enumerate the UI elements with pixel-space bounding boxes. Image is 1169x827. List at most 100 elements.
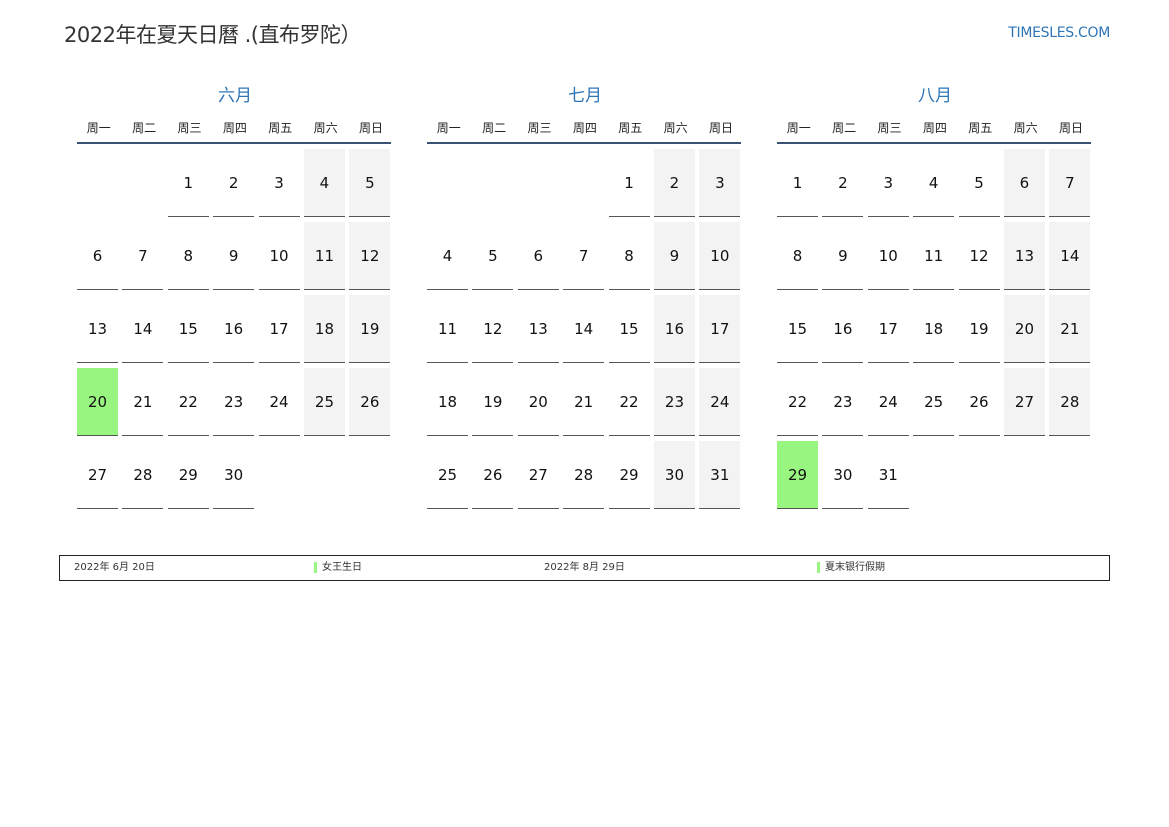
day-grid: 1 2 3 4 5 6 7 8 9 10 11 12 13 14 15 16 17 18 19 20 21 22 23 24 2… [77, 149, 394, 509]
weekday-header: 周一 周二 周三 周四 周五 周六 周日 [76, 116, 394, 138]
day-cell: 18 [303, 295, 345, 363]
day-cell: 20 [517, 368, 559, 436]
day-cell: 25 [303, 368, 345, 436]
day-cell: 22 [167, 368, 209, 436]
day-cell: 7 [1049, 149, 1091, 217]
day-cell: 19 [472, 368, 514, 436]
day-cell: 4 [913, 149, 955, 217]
weekday-header: 周一 周二 周三 周四 周五 周六 周日 [776, 116, 1094, 138]
day-cell: 7 [563, 222, 605, 290]
day-cell: 17 [258, 295, 300, 363]
day-cell: 23 [822, 368, 864, 436]
day-cell: 3 [867, 149, 909, 217]
day-cell: 28 [122, 441, 164, 509]
weekday-label: 周四 [922, 120, 947, 135]
weekday-label: 周六 [663, 120, 688, 135]
month-name: 六月 [218, 86, 252, 106]
day-cell: 6 [77, 222, 118, 290]
day-grid: 1 2 3 4 5 6 7 8 9 10 11 12 13 14 15 16 17 18 19 20 21 22 23 24 2… [427, 149, 744, 509]
day-cell: 14 [563, 295, 605, 363]
holiday-cell: 29 [777, 441, 818, 509]
header-divider [427, 142, 741, 144]
day-cell: 15 [167, 295, 209, 363]
day-cell: 31 [699, 441, 741, 509]
legend-date-2: 2022年 8月 29日 [544, 562, 625, 573]
weekday-label: 周三 [877, 120, 902, 135]
day-cell: 8 [608, 222, 650, 290]
day-cell: 29 [167, 441, 209, 509]
day-cell: 24 [867, 368, 909, 436]
month-2: 七月 周一 周二 周三 周四 周五 周六 周日 1 2 3 4 5 6 7 8 9 10 11 12 13 14 15 16 1… [426, 84, 744, 509]
day-cell: 19 [958, 295, 1000, 363]
empty-cell [518, 149, 559, 217]
day-cell: 26 [472, 441, 514, 509]
day-cell: 4 [303, 149, 345, 217]
day-cell: 28 [1049, 368, 1091, 436]
day-cell: 8 [777, 222, 818, 290]
day-cell: 29 [608, 441, 650, 509]
weekday-label: 周六 [1013, 120, 1038, 135]
empty-cell [563, 149, 604, 217]
site-link[interactable]: TIMESLES.COM [1008, 25, 1110, 41]
weekday-label: 周一 [786, 120, 811, 135]
day-cell: 1 [608, 149, 650, 217]
day-cell: 16 [822, 295, 864, 363]
day-cell: 25 [913, 368, 955, 436]
day-cell: 21 [1049, 295, 1091, 363]
weekday-label: 周二 [132, 120, 157, 135]
weekday-label: 周五 [268, 120, 293, 135]
day-cell: 5 [472, 222, 514, 290]
day-cell: 9 [822, 222, 864, 290]
day-cell: 9 [653, 222, 695, 290]
day-cell: 11 [427, 295, 468, 363]
month-1: 六月 周一 周二 周三 周四 周五 周六 周日 1 2 3 4 5 6 7 8 9 10 11 12 13 14 15 16 1… [76, 84, 394, 509]
day-cell: 17 [699, 295, 741, 363]
empty-cell [77, 149, 118, 217]
day-cell: 4 [427, 222, 468, 290]
legend-name-1: 女王生日 [322, 562, 362, 573]
day-cell: 15 [777, 295, 818, 363]
weekday-label: 周日 [1059, 120, 1084, 135]
page-title: 2022年在夏天日曆 .(直布罗陀） [64, 23, 362, 47]
weekday-label: 周二 [832, 120, 857, 135]
day-cell: 26 [349, 368, 391, 436]
day-cell: 18 [913, 295, 955, 363]
day-cell: 6 [517, 222, 559, 290]
day-cell: 19 [349, 295, 391, 363]
day-cell: 22 [777, 368, 818, 436]
day-cell: 23 [653, 368, 695, 436]
month-name: 七月 [568, 86, 602, 106]
day-cell: 10 [258, 222, 300, 290]
header-divider [777, 142, 1091, 144]
day-cell: 9 [213, 222, 255, 290]
day-cell: 30 [653, 441, 695, 509]
day-cell: 1 [167, 149, 209, 217]
day-cell: 25 [427, 441, 468, 509]
empty-cell [427, 149, 468, 217]
day-cell: 11 [303, 222, 345, 290]
day-cell: 16 [653, 295, 695, 363]
day-cell: 3 [258, 149, 300, 217]
day-cell: 16 [213, 295, 255, 363]
holiday-legend: 2022年 6月 20日 女王生日 2022年 8月 29日 夏末银行假期 [59, 555, 1110, 581]
day-cell: 26 [958, 368, 1000, 436]
day-cell: 24 [699, 368, 741, 436]
day-cell: 2 [653, 149, 695, 217]
day-cell: 12 [958, 222, 1000, 290]
day-cell: 12 [349, 222, 391, 290]
day-grid: 1 2 3 4 5 6 7 8 9 10 11 12 13 14 15 16 17 18 19 20 21 22 23 24 2… [777, 149, 1094, 509]
day-cell: 24 [258, 368, 300, 436]
day-cell: 30 [822, 441, 864, 509]
empty-cell [122, 149, 163, 217]
legend-marker-1 [314, 562, 317, 573]
day-cell: 30 [213, 441, 255, 509]
day-cell: 8 [167, 222, 209, 290]
day-cell: 12 [472, 295, 514, 363]
weekday-label: 周三 [527, 120, 552, 135]
weekday-header: 周一 周二 周三 周四 周五 周六 周日 [426, 116, 744, 138]
day-cell: 13 [1003, 222, 1045, 290]
day-cell: 21 [563, 368, 605, 436]
day-cell: 22 [608, 368, 650, 436]
day-cell: 18 [427, 368, 468, 436]
day-cell: 5 [349, 149, 391, 217]
